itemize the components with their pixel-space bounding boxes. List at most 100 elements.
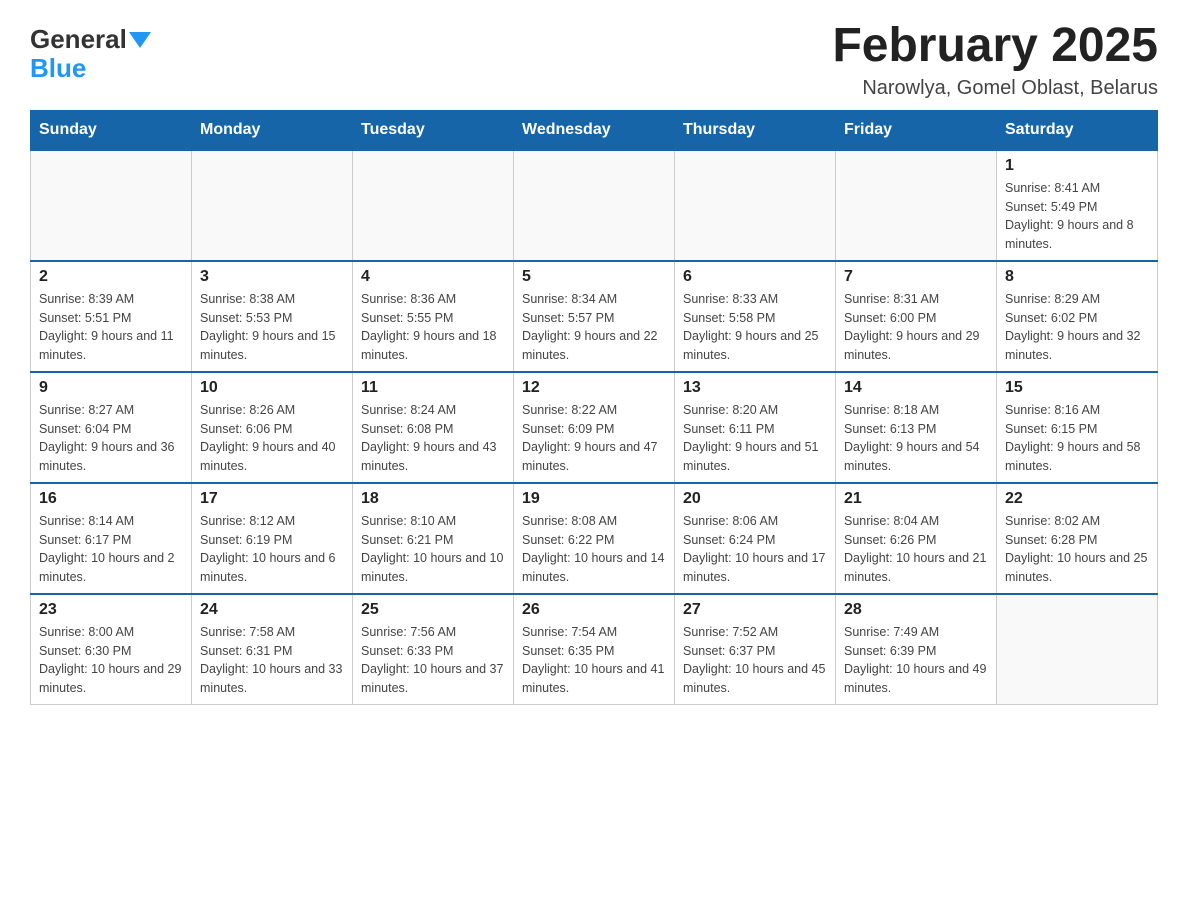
day-number: 5 [522,268,666,286]
day-number: 19 [522,490,666,508]
calendar-day-cell: 28 Sunrise: 7:49 AM Sunset: 6:39 PM Dayli… [836,594,997,705]
calendar-week-row: 9 Sunrise: 8:27 AM Sunset: 6:04 PM Daylig… [31,372,1158,483]
day-info: Sunrise: 8:36 AM Sunset: 5:55 PM Dayligh… [361,290,505,365]
calendar-day-cell [675,150,836,261]
day-number: 12 [522,379,666,397]
day-number: 27 [683,601,827,619]
day-info: Sunrise: 8:12 AM Sunset: 6:19 PM Dayligh… [200,512,344,587]
day-info: Sunrise: 7:49 AM Sunset: 6:39 PM Dayligh… [844,623,988,698]
calendar-day-cell: 7Sunrise: 8:31 AM Sunset: 6:00 PM Daylig… [836,261,997,372]
day-number: 22 [1005,490,1149,508]
calendar-subtitle: Narowlya, Gomel Oblast, Belarus [832,77,1158,100]
calendar-day-cell: 26Sunrise: 7:54 AM Sunset: 6:35 PM Dayli… [514,594,675,705]
logo-general: General [30,25,127,54]
day-number: 2 [39,268,183,286]
day-number: 11 [361,379,505,397]
calendar-week-row: 23Sunrise: 8:00 AM Sunset: 6:30 PM Dayli… [31,594,1158,705]
day-info: Sunrise: 8:02 AM Sunset: 6:28 PM Dayligh… [1005,512,1149,587]
day-info: Sunrise: 7:54 AM Sunset: 6:35 PM Dayligh… [522,623,666,698]
calendar-day-cell: 22 Sunrise: 8:02 AM Sunset: 6:28 PM Dayli… [997,483,1158,594]
calendar-day-cell [192,150,353,261]
day-info: Sunrise: 8:06 AM Sunset: 6:24 PM Dayligh… [683,512,827,587]
day-number: 24 [200,601,344,619]
day-number: 18 [361,490,505,508]
logo-arrow-icon [129,32,151,48]
day-info: Sunrise: 8:18 AM Sunset: 6:13 PM Dayligh… [844,401,988,476]
day-info: Sunrise: 8:24 AM Sunset: 6:08 PM Dayligh… [361,401,505,476]
day-of-week-header: Friday [836,110,997,150]
day-of-week-header: Saturday [997,110,1158,150]
calendar-day-cell: 23Sunrise: 8:00 AM Sunset: 6:30 PM Dayli… [31,594,192,705]
day-info: Sunrise: 8:04 AM Sunset: 6:26 PM Dayligh… [844,512,988,587]
calendar-day-cell: 1 Sunrise: 8:41 AM Sunset: 5:49 PM Daylig… [997,150,1158,261]
calendar-day-cell: 6 Sunrise: 8:33 AM Sunset: 5:58 PM Daylig… [675,261,836,372]
calendar-day-cell: 21 Sunrise: 8:04 AM Sunset: 6:26 PM Dayli… [836,483,997,594]
calendar-day-cell: 11 Sunrise: 8:24 AM Sunset: 6:08 PM Dayli… [353,372,514,483]
day-info: Sunrise: 8:29 AM Sunset: 6:02 PM Dayligh… [1005,290,1149,365]
day-number: 6 [683,268,827,286]
calendar-day-cell [31,150,192,261]
calendar-day-cell [997,594,1158,705]
calendar-day-cell: 14 Sunrise: 8:18 AM Sunset: 6:13 PM Dayli… [836,372,997,483]
day-info: Sunrise: 8:26 AM Sunset: 6:06 PM Dayligh… [200,401,344,476]
calendar-day-cell [353,150,514,261]
calendar-day-cell: 20 Sunrise: 8:06 AM Sunset: 6:24 PM Dayli… [675,483,836,594]
day-of-week-header: Tuesday [353,110,514,150]
calendar-day-cell: 8 Sunrise: 8:29 AM Sunset: 6:02 PM Daylig… [997,261,1158,372]
title-section: February 2025 Narowlya, Gomel Oblast, Be… [832,20,1158,100]
calendar-day-cell: 24 Sunrise: 7:58 AM Sunset: 6:31 PM Dayli… [192,594,353,705]
day-number: 10 [200,379,344,397]
day-info: Sunrise: 8:22 AM Sunset: 6:09 PM Dayligh… [522,401,666,476]
day-number: 4 [361,268,505,286]
logo-blue: Blue [30,53,86,83]
day-number: 16 [39,490,183,508]
calendar-day-cell: 4 Sunrise: 8:36 AM Sunset: 5:55 PM Daylig… [353,261,514,372]
calendar-day-cell: 25 Sunrise: 7:56 AM Sunset: 6:33 PM Dayli… [353,594,514,705]
page-header: General Blue February 2025 Narowlya, Gom… [30,20,1158,100]
calendar-day-cell: 12 Sunrise: 8:22 AM Sunset: 6:09 PM Dayli… [514,372,675,483]
day-info: Sunrise: 8:31 AM Sunset: 6:00 PM Dayligh… [844,290,988,365]
calendar-day-cell: 19 Sunrise: 8:08 AM Sunset: 6:22 PM Dayli… [514,483,675,594]
day-info: Sunrise: 8:14 AM Sunset: 6:17 PM Dayligh… [39,512,183,587]
day-number: 15 [1005,379,1149,397]
day-number: 20 [683,490,827,508]
logo: General Blue [30,20,151,82]
calendar-day-cell: 9 Sunrise: 8:27 AM Sunset: 6:04 PM Daylig… [31,372,192,483]
day-info: Sunrise: 8:08 AM Sunset: 6:22 PM Dayligh… [522,512,666,587]
day-info: Sunrise: 7:58 AM Sunset: 6:31 PM Dayligh… [200,623,344,698]
calendar-day-cell: 27 Sunrise: 7:52 AM Sunset: 6:37 PM Dayli… [675,594,836,705]
day-info: Sunrise: 8:34 AM Sunset: 5:57 PM Dayligh… [522,290,666,365]
day-info: Sunrise: 8:38 AM Sunset: 5:53 PM Dayligh… [200,290,344,365]
day-info: Sunrise: 8:33 AM Sunset: 5:58 PM Dayligh… [683,290,827,365]
day-number: 14 [844,379,988,397]
day-number: 28 [844,601,988,619]
calendar-day-cell: 2 Sunrise: 8:39 AM Sunset: 5:51 PM Daylig… [31,261,192,372]
calendar-day-cell: 13Sunrise: 8:20 AM Sunset: 6:11 PM Dayli… [675,372,836,483]
day-info: Sunrise: 7:56 AM Sunset: 6:33 PM Dayligh… [361,623,505,698]
day-info: Sunrise: 8:10 AM Sunset: 6:21 PM Dayligh… [361,512,505,587]
calendar-day-cell: 3 Sunrise: 8:38 AM Sunset: 5:53 PM Daylig… [192,261,353,372]
day-number: 1 [1005,157,1149,175]
day-info: Sunrise: 8:39 AM Sunset: 5:51 PM Dayligh… [39,290,183,365]
day-of-week-header: Thursday [675,110,836,150]
day-info: Sunrise: 8:41 AM Sunset: 5:49 PM Dayligh… [1005,179,1149,254]
day-of-week-header: Sunday [31,110,192,150]
day-number: 21 [844,490,988,508]
day-number: 9 [39,379,183,397]
day-number: 25 [361,601,505,619]
calendar-week-row: 2 Sunrise: 8:39 AM Sunset: 5:51 PM Daylig… [31,261,1158,372]
day-info: Sunrise: 8:20 AM Sunset: 6:11 PM Dayligh… [683,401,827,476]
day-number: 3 [200,268,344,286]
calendar-week-row: 1 Sunrise: 8:41 AM Sunset: 5:49 PM Daylig… [31,150,1158,261]
calendar-title: February 2025 [832,20,1158,73]
day-number: 8 [1005,268,1149,286]
calendar-week-row: 16 Sunrise: 8:14 AM Sunset: 6:17 PM Dayli… [31,483,1158,594]
calendar-day-cell: 18 Sunrise: 8:10 AM Sunset: 6:21 PM Dayli… [353,483,514,594]
day-info: Sunrise: 7:52 AM Sunset: 6:37 PM Dayligh… [683,623,827,698]
calendar-day-cell [836,150,997,261]
calendar-day-cell: 16 Sunrise: 8:14 AM Sunset: 6:17 PM Dayli… [31,483,192,594]
calendar-table: SundayMondayTuesdayWednesdayThursdayFrid… [30,110,1158,705]
day-info: Sunrise: 8:27 AM Sunset: 6:04 PM Dayligh… [39,401,183,476]
day-number: 17 [200,490,344,508]
day-of-week-header: Wednesday [514,110,675,150]
